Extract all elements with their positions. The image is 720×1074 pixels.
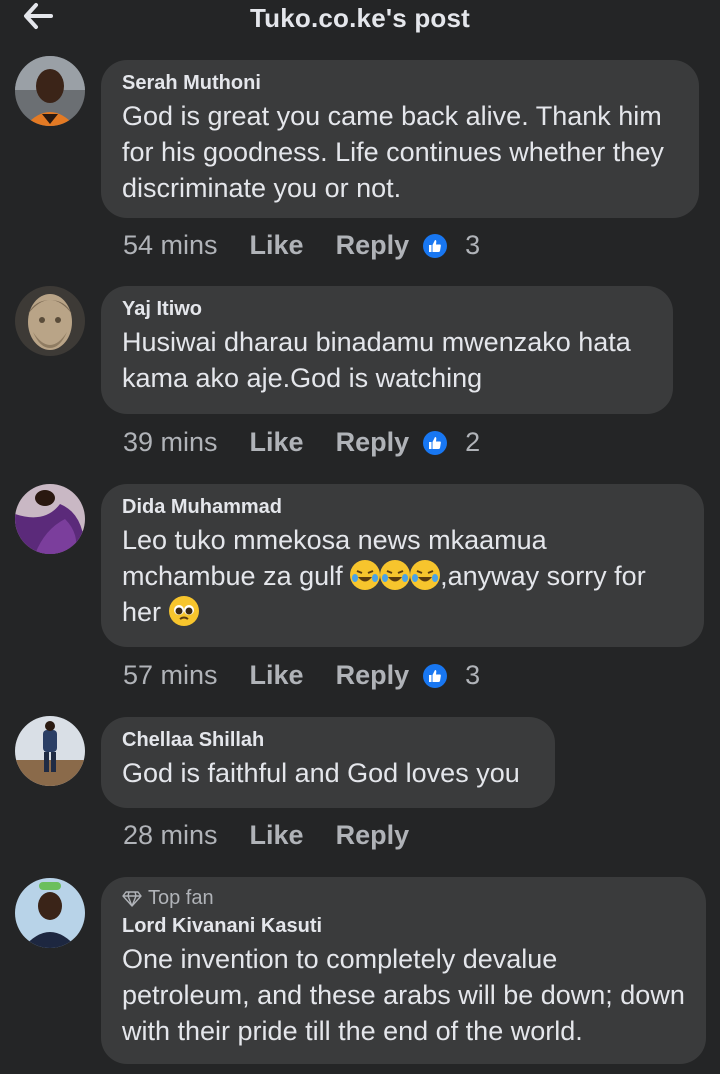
comment-author[interactable]: Dida Muhammad (122, 494, 683, 520)
top-fan-badge: Top fan (122, 887, 685, 910)
laughing-emoji-icon (350, 560, 381, 590)
reaction-count[interactable]: 2 (465, 427, 480, 458)
laughing-emoji-icon (380, 560, 411, 590)
reply-button[interactable]: Reply (336, 820, 410, 851)
avatar[interactable] (15, 484, 85, 554)
comment-actions: 57 mins Like Reply 3 (123, 660, 480, 691)
avatar[interactable] (15, 56, 85, 126)
comment-text: God is great you came back alive. Thank … (122, 101, 664, 203)
like-button[interactable]: Like (250, 427, 304, 458)
comment-actions: 28 mins Like Reply (123, 820, 423, 851)
top-fan-label: Top fan (148, 887, 214, 909)
thumbs-up-icon[interactable] (423, 233, 448, 258)
comment-text: One invention to completely devalue petr… (122, 944, 685, 1046)
avatar[interactable] (15, 878, 85, 948)
comment-bubble[interactable]: Top fan Lord Kivanani Kasuti One inventi… (101, 877, 706, 1064)
comment-text: God is faithful and God loves you (122, 758, 520, 788)
thumbs-up-icon[interactable] (423, 663, 448, 688)
top-bar: Tuko.co.ke's post (0, 0, 720, 38)
comment-time[interactable]: 54 mins (123, 230, 218, 261)
like-button[interactable]: Like (250, 230, 304, 261)
thumbs-up-icon[interactable] (423, 430, 448, 455)
comment-author[interactable]: Lord Kivanani Kasuti (122, 913, 685, 939)
comment-bubble[interactable]: Serah Muthoni God is great you came back… (101, 60, 699, 218)
comment-text: Leo tuko mmekosa news mkaamua mchambue z… (122, 522, 683, 630)
comment-author[interactable]: Yaj Itiwo (122, 296, 652, 322)
avatar[interactable] (15, 286, 85, 356)
comment-actions: 39 mins Like Reply 2 (123, 427, 480, 458)
laughing-emoji-icon (410, 560, 441, 590)
comment-text: Husiwai dharau binadamu mwenzako hata ka… (122, 327, 631, 393)
comment-time[interactable]: 57 mins (123, 660, 218, 691)
like-button[interactable]: Like (250, 660, 304, 691)
comment-bubble[interactable]: Yaj Itiwo Husiwai dharau binadamu mwenza… (101, 286, 673, 414)
comment-bubble[interactable]: Chellaa Shillah God is faithful and God … (101, 717, 555, 808)
avatar[interactable] (15, 716, 85, 786)
reaction-count[interactable]: 3 (465, 230, 480, 261)
comment-author[interactable]: Chellaa Shillah (122, 727, 534, 753)
comment-author[interactable]: Serah Muthoni (122, 70, 678, 96)
reply-button[interactable]: Reply (336, 427, 410, 458)
comment-time[interactable]: 28 mins (123, 820, 218, 851)
page-title: Tuko.co.ke's post (249, 3, 471, 33)
diamond-icon (122, 890, 142, 907)
like-button[interactable]: Like (250, 820, 304, 851)
comment-time[interactable]: 39 mins (123, 427, 218, 458)
pleading-face-emoji-icon (168, 596, 199, 626)
reply-button[interactable]: Reply (336, 660, 410, 691)
comment-bubble[interactable]: Dida Muhammad Leo tuko mmekosa news mkaa… (101, 484, 704, 647)
comment-actions: 54 mins Like Reply 3 (123, 230, 480, 261)
reaction-count[interactable]: 3 (465, 660, 480, 691)
reply-button[interactable]: Reply (336, 230, 410, 261)
